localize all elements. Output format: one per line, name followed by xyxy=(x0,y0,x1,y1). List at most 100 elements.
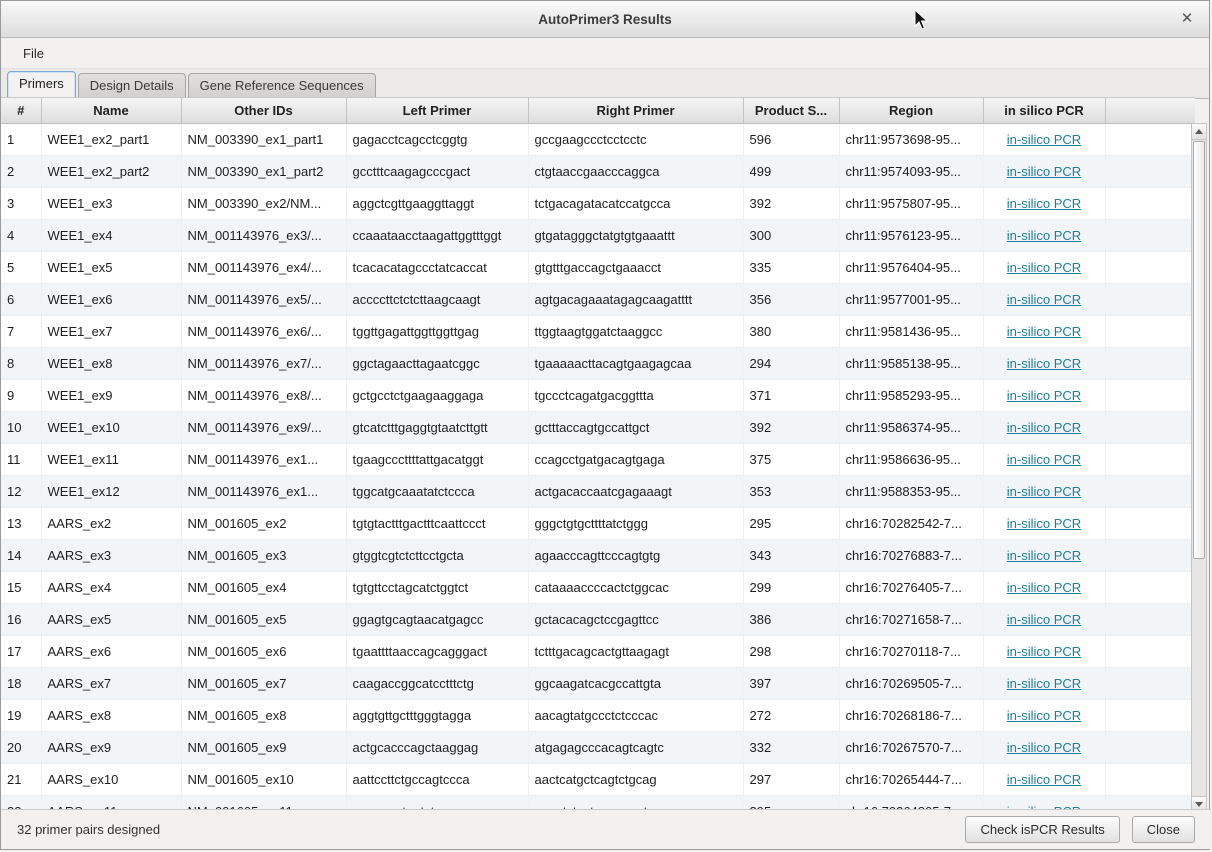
column-header-in-silico-pcr[interactable]: in silico PCR xyxy=(983,98,1105,124)
insilico-pcr-link[interactable]: in-silico PCR xyxy=(1007,132,1081,147)
cell: chr11:9586636-95... xyxy=(839,444,983,476)
insilico-pcr-link[interactable]: in-silico PCR xyxy=(1007,580,1081,595)
insilico-pcr-link[interactable]: in-silico PCR xyxy=(1007,708,1081,723)
cell: chr11:9575807-95... xyxy=(839,188,983,220)
cell: actgcacccagctaaggag xyxy=(346,732,528,764)
cell: WEE1_ex5 xyxy=(41,252,181,284)
table-row[interactable]: 2WEE1_ex2_part2NM_003390_ex1_part2gccttt… xyxy=(1,156,1195,188)
insilico-pcr-link[interactable]: in-silico PCR xyxy=(1007,292,1081,307)
column-header-region[interactable]: Region xyxy=(839,98,983,124)
check-ispcr-results-button[interactable]: Check isPCR Results xyxy=(965,816,1119,843)
cell: 380 xyxy=(743,316,839,348)
insilico-pcr-link[interactable]: in-silico PCR xyxy=(1007,260,1081,275)
window: AutoPrimer3 Results ✕ File Primers Desig… xyxy=(0,0,1210,850)
table-row[interactable]: 7WEE1_ex7NM_001143976_ex6/...tggttgagatt… xyxy=(1,316,1195,348)
table-row[interactable]: 5WEE1_ex5NM_001143976_ex4/...tcacacatagc… xyxy=(1,252,1195,284)
tab-design-details[interactable]: Design Details xyxy=(78,73,186,98)
table-row[interactable]: 12WEE1_ex12NM_001143976_ex1...tggcatgcaa… xyxy=(1,476,1195,508)
cell: NM_001605_ex6 xyxy=(181,636,346,668)
cell: ctgtaaccgaacccaggca xyxy=(528,156,743,188)
cell: NM_003390_ex1_part1 xyxy=(181,124,346,156)
cell: 2 xyxy=(1,156,41,188)
table-row[interactable]: 15AARS_ex4NM_001605_ex4tgtgttcctagcatctg… xyxy=(1,572,1195,604)
cell-empty xyxy=(1105,444,1195,476)
cell: NM_001143976_ex1... xyxy=(181,444,346,476)
table-row[interactable]: 18AARS_ex7NM_001605_ex7caagaccggcatccttt… xyxy=(1,668,1195,700)
window-close-button[interactable]: ✕ xyxy=(1177,9,1197,29)
scrollbar-up-button[interactable] xyxy=(1192,124,1206,140)
insilico-pcr-link[interactable]: in-silico PCR xyxy=(1007,452,1081,467)
cell: WEE1_ex2_part1 xyxy=(41,124,181,156)
insilico-pcr-link[interactable]: in-silico PCR xyxy=(1007,420,1081,435)
column-header-blank[interactable] xyxy=(1105,98,1195,124)
insilico-pcr-link[interactable]: in-silico PCR xyxy=(1007,484,1081,499)
column-header-product-s-[interactable]: Product S... xyxy=(743,98,839,124)
table-row[interactable]: 3WEE1_ex3NM_003390_ex2/NM...aggctcgttgaa… xyxy=(1,188,1195,220)
cell-empty xyxy=(1105,412,1195,444)
tab-gene-reference-sequences[interactable]: Gene Reference Sequences xyxy=(188,73,376,98)
insilico-pcr-link[interactable]: in-silico PCR xyxy=(1007,356,1081,371)
cell: gccgaagccctcctcctc xyxy=(528,124,743,156)
menubar: File xyxy=(1,38,1209,69)
menu-file[interactable]: File xyxy=(11,42,56,65)
table-row[interactable]: 19AARS_ex8NM_001605_ex8aggtgttgctttgggta… xyxy=(1,700,1195,732)
table-row[interactable]: 11WEE1_ex11NM_001143976_ex1...tgaagccctt… xyxy=(1,444,1195,476)
table-row[interactable]: 20AARS_ex9NM_001605_ex9actgcacccagctaagg… xyxy=(1,732,1195,764)
table-row[interactable]: 1WEE1_ex2_part1NM_003390_ex1_part1gagacc… xyxy=(1,124,1195,156)
cell: cataaaaccccactctggcac xyxy=(528,572,743,604)
cell: chr11:9585293-95... xyxy=(839,380,983,412)
cell: tggcatgcaaatatctccca xyxy=(346,476,528,508)
insilico-pcr-link[interactable]: in-silico PCR xyxy=(1007,388,1081,403)
insilico-pcr-link[interactable]: in-silico PCR xyxy=(1007,548,1081,563)
tab-primers[interactable]: Primers xyxy=(7,71,76,99)
insilico-pcr-link[interactable]: in-silico PCR xyxy=(1007,644,1081,659)
cell: tcacacatagccctatcaccat xyxy=(346,252,528,284)
cell: chr16:70282542-7... xyxy=(839,508,983,540)
table-row[interactable]: 14AARS_ex3NM_001605_ex3gtggtcgtctcttcctg… xyxy=(1,540,1195,572)
window-title: AutoPrimer3 Results xyxy=(538,12,672,27)
table-row[interactable]: 13AARS_ex2NM_001605_ex2tgtgtactttgactttc… xyxy=(1,508,1195,540)
table-row[interactable]: 4WEE1_ex4NM_001143976_ex3/...ccaaataacct… xyxy=(1,220,1195,252)
cell: gtcatctttgaggtgtaatcttgtt xyxy=(346,412,528,444)
table-row[interactable]: 6WEE1_ex6NM_001143976_ex5/...accccttctct… xyxy=(1,284,1195,316)
table-row[interactable]: 9WEE1_ex9NM_001143976_ex8/...gctgcctctga… xyxy=(1,380,1195,412)
insilico-pcr-link[interactable]: in-silico PCR xyxy=(1007,772,1081,787)
vertical-scrollbar[interactable] xyxy=(1191,123,1207,813)
cell: NM_001143976_ex9/... xyxy=(181,412,346,444)
arrow-up-icon xyxy=(1195,129,1203,134)
insilico-pcr-link[interactable]: in-silico PCR xyxy=(1007,516,1081,531)
scrollbar-thumb[interactable] xyxy=(1193,141,1205,559)
column-header-right-primer[interactable]: Right Primer xyxy=(528,98,743,124)
cell: ttggtaagtggatctaaggcc xyxy=(528,316,743,348)
table-row[interactable]: 21AARS_ex10NM_001605_ex10aattccttctgccag… xyxy=(1,764,1195,796)
cell: ccaaataacctaagattggtttggt xyxy=(346,220,528,252)
column-header-name[interactable]: Name xyxy=(41,98,181,124)
cell-empty xyxy=(1105,252,1195,284)
table-row[interactable]: 17AARS_ex6NM_001605_ex6tgaattttaaccagcag… xyxy=(1,636,1195,668)
column-header-left-primer[interactable]: Left Primer xyxy=(346,98,528,124)
cell: tgaagcccttttattgacatggt xyxy=(346,444,528,476)
column-header-other-ids[interactable]: Other IDs xyxy=(181,98,346,124)
cell: NM_003390_ex2/NM... xyxy=(181,188,346,220)
cell: 7 xyxy=(1,316,41,348)
cell: chr16:70271658-7... xyxy=(839,604,983,636)
insilico-pcr-link[interactable]: in-silico PCR xyxy=(1007,164,1081,179)
insilico-pcr-link[interactable]: in-silico PCR xyxy=(1007,676,1081,691)
cell: chr11:9588353-95... xyxy=(839,476,983,508)
column-header--[interactable]: # xyxy=(1,98,41,124)
insilico-pcr-link[interactable]: in-silico PCR xyxy=(1007,612,1081,627)
insilico-pcr-link[interactable]: in-silico PCR xyxy=(1007,324,1081,339)
insilico-pcr-link[interactable]: in-silico PCR xyxy=(1007,740,1081,755)
cell: chr11:9574093-95... xyxy=(839,156,983,188)
close-button[interactable]: Close xyxy=(1132,816,1195,843)
table-row[interactable]: 16AARS_ex5NM_001605_ex5ggagtgcagtaacatga… xyxy=(1,604,1195,636)
insilico-pcr-link[interactable]: in-silico PCR xyxy=(1007,196,1081,211)
titlebar: AutoPrimer3 Results ✕ xyxy=(1,1,1209,38)
cell-empty xyxy=(1105,220,1195,252)
table-row[interactable]: 10WEE1_ex10NM_001143976_ex9/...gtcatcttt… xyxy=(1,412,1195,444)
table-row[interactable]: 8WEE1_ex8NM_001143976_ex7/...ggctagaactt… xyxy=(1,348,1195,380)
cell: chr11:9586374-95... xyxy=(839,412,983,444)
insilico-pcr-link[interactable]: in-silico PCR xyxy=(1007,228,1081,243)
cell: ggctagaacttagaatcggc xyxy=(346,348,528,380)
statusbar: 32 primer pairs designed Check isPCR Res… xyxy=(1,809,1211,849)
